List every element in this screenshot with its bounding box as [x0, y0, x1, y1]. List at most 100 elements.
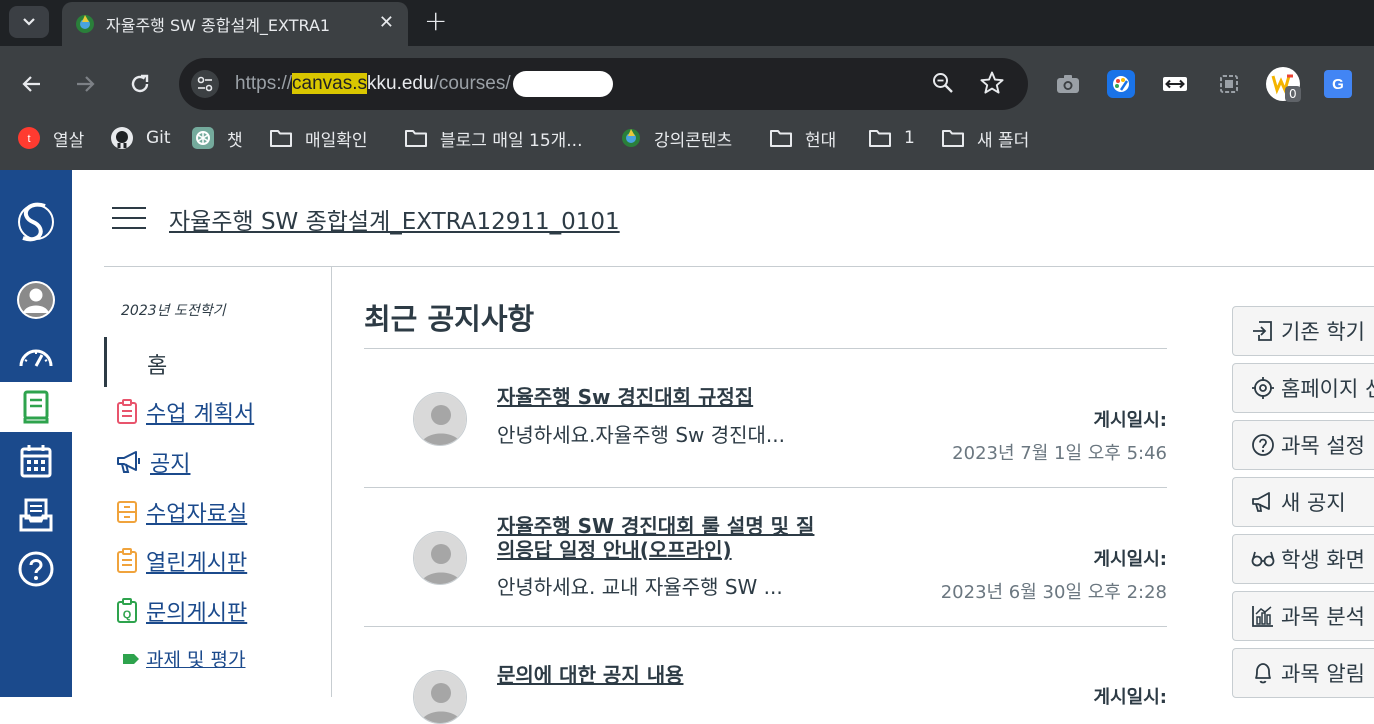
bookmark-item[interactable]: t 열살 [17, 124, 84, 152]
tab-title: 자율주행 SW 종합설계_EXTRA1 [106, 16, 331, 35]
new-tab-button[interactable]: + [424, 4, 447, 37]
clipboard-icon [117, 399, 137, 424]
inbox-icon[interactable] [0, 490, 72, 540]
sidebar-button-label: 과목 설정 [1281, 434, 1365, 458]
bookmark-folder[interactable]: 현대 [769, 124, 836, 152]
capture-extension-icon[interactable] [1215, 70, 1243, 98]
clipboard-icon [117, 548, 137, 573]
arrow-right-icon [77, 76, 95, 92]
back-button[interactable] [14, 66, 50, 102]
github-icon [111, 127, 133, 149]
url-host: kku.edu [367, 73, 434, 95]
site-info-icon[interactable] [191, 70, 219, 98]
global-navigation [0, 170, 72, 697]
posted-date: 2023년 6월 30일 오후 2:28 [940, 582, 1167, 603]
megaphone-icon [117, 451, 140, 473]
course-nav-label: 수업자료실 [146, 502, 248, 527]
color-picker-extension-icon[interactable] [1107, 70, 1135, 98]
sidebar-button-label: 과목 알림 [1281, 662, 1365, 686]
sidebar-button-label: 새 공지 [1281, 491, 1346, 515]
course-nav-home[interactable]: 홈 [147, 348, 167, 380]
course-nav-open-board[interactable]: 열린게시판 [116, 545, 247, 577]
divider [364, 487, 1167, 488]
posted-date: 2023년 7월 1일 오후 5:46 [952, 443, 1167, 464]
bookmark-folder[interactable]: 매일확인 [269, 124, 368, 152]
folder-icon [770, 130, 792, 147]
bookmark-label: Git [146, 128, 171, 148]
student-view-button[interactable]: 학생 화면 [1232, 534, 1374, 584]
account-avatar-icon[interactable] [0, 275, 72, 325]
course-nav-label: 과제 및 평가 [146, 649, 246, 671]
canvas-icon [622, 129, 640, 147]
qa-clipboard-icon: Q [117, 598, 137, 623]
reload-button[interactable] [122, 66, 158, 102]
zoom-icon[interactable] [931, 71, 955, 99]
bookmark-label: 현대 [805, 130, 837, 151]
calendar-icon[interactable] [0, 436, 72, 486]
glasses-icon [1251, 551, 1275, 567]
new-announcement-button[interactable]: 새 공지 [1232, 477, 1374, 527]
course-analytics-button[interactable]: 과목 분석 [1232, 591, 1374, 641]
bookmark-label: 1 [904, 128, 915, 148]
announcement-title-link[interactable]: 자율주행 Sw 경진대회 규정집 [497, 385, 827, 409]
url-text: https://canvas.skku.edu/courses/ [235, 71, 613, 97]
divider [364, 348, 1167, 349]
import-icon [1253, 321, 1272, 341]
file-box-icon [117, 501, 137, 523]
sidebar-button-label: 기존 학기 [1281, 320, 1365, 344]
bookmarks-bar: t 열살 Git 챗 매일확인 블로그 매일 15개... 강의콘텐츠 현대 1… [0, 124, 1374, 170]
tving-icon: t [18, 127, 40, 149]
skku-logo-icon[interactable] [0, 195, 72, 249]
help-icon[interactable] [0, 544, 72, 594]
bookmark-label: 새 폴더 [977, 130, 1030, 151]
folder-icon [942, 130, 964, 147]
highlighter-extension-icon[interactable]: 0 [1266, 67, 1301, 102]
term-label: 2023년 도전학기 [121, 303, 226, 319]
resize-extension-icon[interactable] [1161, 70, 1189, 98]
announcement-title-link[interactable]: 문의에 대한 공지 내용 [497, 663, 827, 687]
bookmark-item[interactable]: 강의콘텐츠 [620, 124, 732, 152]
course-nav-syllabus[interactable]: 수업 계획서 [116, 396, 254, 428]
tab-search-button[interactable] [9, 6, 49, 38]
choose-homepage-button[interactable]: 홈페이지 선 [1232, 363, 1374, 413]
course-nav-announcements[interactable]: 공지 [116, 446, 190, 478]
url-scheme: https:// [235, 73, 293, 95]
extension-badge: 0 [1285, 86, 1301, 102]
tag-icon [123, 653, 139, 664]
menu-divider [331, 267, 332, 697]
course-notifications-button[interactable]: 과목 알림 [1232, 648, 1374, 698]
bookmark-folder[interactable]: 새 폴더 [941, 124, 1029, 152]
tab-close-icon[interactable]: ✕ [379, 12, 394, 33]
course-menu-toggle[interactable] [112, 207, 146, 237]
posted-at-label: 게시일시: [1093, 410, 1167, 431]
bookmark-item[interactable]: Git [110, 124, 171, 152]
address-bar[interactable]: https://canvas.skku.edu/courses/ [179, 58, 1028, 110]
analytics-icon [1252, 606, 1273, 627]
breadcrumb-course-title[interactable]: 자율주행 SW 종합설계_EXTRA12911_0101 [169, 202, 620, 236]
url-host-highlight: canvas.s [292, 73, 368, 95]
bookmark-star-icon[interactable] [979, 70, 1005, 100]
active-indicator [104, 337, 107, 387]
bookmark-folder[interactable]: 1 [868, 124, 915, 152]
course-nav-label: 문의게시판 [146, 601, 248, 626]
courses-icon[interactable] [0, 382, 72, 432]
course-setup-button[interactable]: 과목 설정 [1232, 420, 1374, 470]
google-translate-icon[interactable]: G [1324, 70, 1352, 98]
bookmark-label: 챗 [227, 130, 243, 151]
screenshot-extension-icon[interactable] [1054, 70, 1082, 98]
forward-button[interactable] [67, 66, 103, 102]
import-from-term-button[interactable]: 기존 학기 [1232, 306, 1374, 356]
megaphone-icon [1252, 492, 1270, 512]
dashboard-icon[interactable] [0, 331, 72, 381]
bookmark-item[interactable]: 챗 [191, 124, 243, 152]
svg-text:Q: Q [123, 609, 132, 621]
course-nav-files[interactable]: 수업자료실 [116, 496, 247, 528]
bookmark-label: 강의콘텐츠 [654, 130, 733, 151]
course-nav-qa-board[interactable]: Q 문의게시판 [116, 595, 247, 627]
bookmark-folder[interactable]: 블로그 매일 15개... [404, 124, 583, 152]
url-path: /courses/ [433, 73, 511, 95]
announcement-title-link[interactable]: 자율주행 SW 경진대회 룰 설명 및 질의응답 일정 안내(오프라인) [497, 514, 827, 562]
posted-at-label: 게시일시: [1093, 549, 1167, 570]
course-nav-assignments[interactable]: 과제 및 평가 [122, 645, 245, 672]
browser-tab-active[interactable]: 자율주행 SW 종합설계_EXTRA1 ✕ [62, 2, 408, 46]
